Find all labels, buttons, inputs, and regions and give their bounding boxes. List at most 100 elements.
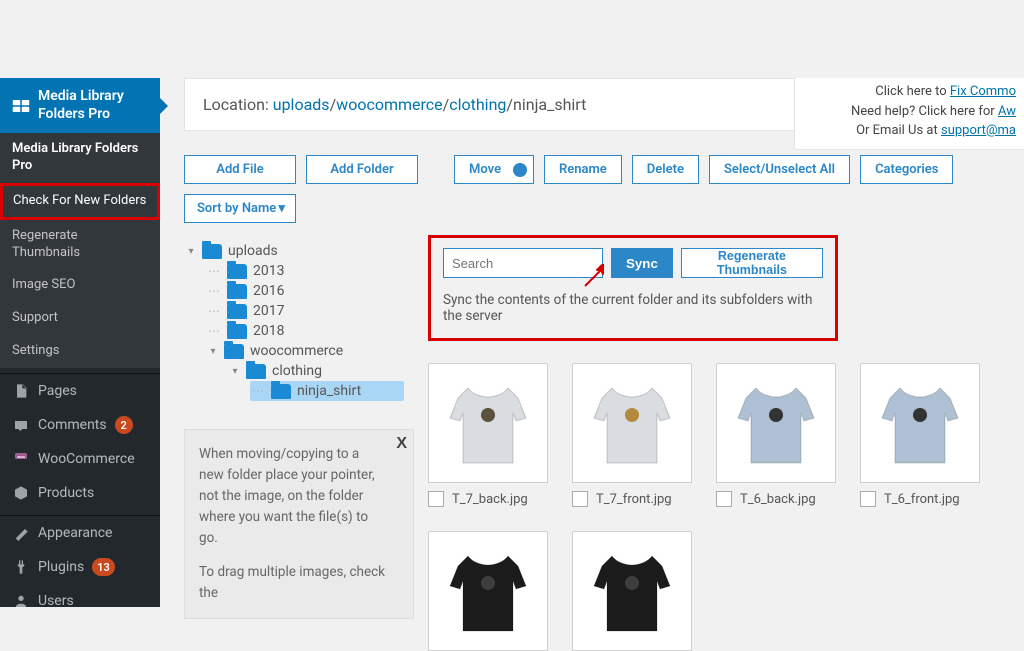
file-thumb[interactable]: T_7_front.jpg (572, 363, 692, 507)
help-box: Click here to Fix Commo Need help? Click… (794, 78, 1024, 150)
tree-node-2017[interactable]: ⋯2017 (206, 301, 404, 321)
tree-node-2016[interactable]: ⋯2016 (206, 281, 404, 301)
plugins-icon (12, 558, 30, 576)
file-thumbnail-image[interactable] (860, 363, 980, 483)
tree-node-2013[interactable]: ⋯2013 (206, 261, 404, 281)
collapse-icon[interactable]: ▾ (186, 246, 196, 257)
svg-text:woo: woo (17, 454, 25, 459)
main-content: Click here to Fix Commo Need help? Click… (160, 78, 1024, 607)
file-thumb[interactable]: T_6_front.jpg (860, 363, 980, 507)
delete-button[interactable]: Delete (632, 155, 699, 184)
tree-node-woocommerce[interactable]: ▾woocommerce (206, 341, 404, 361)
toggle-dot-icon (513, 163, 527, 177)
file-thumb[interactable]: T_7_back.jpg (428, 363, 548, 507)
file-name: T_6_back.jpg (740, 492, 816, 507)
comments-badge: 2 (115, 416, 133, 434)
file-thumb[interactable] (428, 531, 548, 651)
info-paragraph: To drag multiple images, check the (199, 562, 387, 604)
toolbar: Add File Add Folder Move Rename Delete S… (184, 155, 1000, 223)
file-thumbnail-image[interactable] (428, 363, 548, 483)
sidebar-item-label: Plugins (38, 559, 84, 575)
help-link-fix[interactable]: Fix Commo (950, 84, 1016, 99)
sync-button[interactable]: Sync (611, 248, 673, 278)
add-folder-button[interactable]: Add Folder (306, 155, 418, 184)
file-thumb[interactable] (572, 531, 692, 651)
file-checkbox[interactable] (716, 491, 732, 507)
woocommerce-icon: woo (12, 450, 30, 468)
add-file-button[interactable]: Add File (184, 155, 296, 184)
collapse-icon[interactable]: ▾ (208, 346, 218, 357)
file-thumbnail-image[interactable] (572, 531, 692, 651)
file-thumb[interactable]: T_6_back.jpg (716, 363, 836, 507)
regenerate-thumbnails-button[interactable]: Regenerate Thumbnails (681, 248, 823, 278)
sidebar-sub-support[interactable]: Support (0, 302, 160, 335)
sync-description: Sync the contents of the current folder … (443, 292, 823, 324)
sort-dropdown[interactable]: Sort by Name ▾ (184, 194, 296, 223)
file-thumbnail-image[interactable] (572, 363, 692, 483)
folder-icon (227, 324, 247, 339)
sidebar-item-products[interactable]: Products (0, 476, 160, 510)
sidebar-item-label: Appearance (38, 525, 112, 541)
admin-sidebar: Media Library Folders Pro Media Library … (0, 78, 160, 607)
folder-icon (227, 284, 247, 299)
help-link-aw[interactable]: Aw (998, 104, 1016, 119)
folder-tree-column: ▾ uploads ⋯2013 ⋯2016 ⋯2017 ⋯2018 ▾wooco… (184, 229, 404, 651)
sidebar-sub-check-new-folders[interactable]: Check For New Folders (0, 183, 160, 220)
file-thumbnail-image[interactable] (428, 531, 548, 651)
file-name: T_7_front.jpg (596, 492, 672, 507)
sidebar-item-woocommerce[interactable]: woo WooCommerce (0, 442, 160, 476)
rename-button[interactable]: Rename (544, 155, 622, 184)
plugins-badge: 13 (92, 558, 115, 576)
folder-icon (202, 244, 222, 259)
sidebar-item-label: WooCommerce (38, 451, 135, 467)
tree-node-2018[interactable]: ⋯2018 (206, 321, 404, 341)
categories-button[interactable]: Categories (860, 155, 953, 184)
breadcrumb-woocommerce[interactable]: woocommerce (336, 95, 442, 114)
move-toggle-button[interactable]: Move (454, 155, 534, 184)
sidebar-sub-settings[interactable]: Settings (0, 335, 160, 368)
sidebar-item-plugins[interactable]: Plugins 13 (0, 550, 160, 584)
users-icon (12, 592, 30, 610)
folder-icon (227, 304, 247, 319)
annotation-arrow-icon (583, 264, 607, 288)
products-icon (12, 484, 30, 502)
file-checkbox[interactable] (572, 491, 588, 507)
tree-node-ninja-shirt[interactable]: ⋯ninja_shirt (250, 381, 404, 401)
sidebar-sub-mlf-pro[interactable]: Media Library Folders Pro (0, 133, 160, 183)
file-checkbox[interactable] (860, 491, 876, 507)
close-icon[interactable]: X (396, 432, 407, 457)
folder-tree: ▾ uploads ⋯2013 ⋯2016 ⋯2017 ⋯2018 ▾wooco… (184, 241, 404, 401)
folder-icon (246, 364, 266, 379)
media-library-folders-icon (12, 97, 30, 115)
sidebar-item-appearance[interactable]: Appearance (0, 516, 160, 550)
sidebar-item-pages[interactable]: Pages (0, 374, 160, 408)
file-checkbox[interactable] (428, 491, 444, 507)
sidebar-item-users[interactable]: Users (0, 584, 160, 618)
folder-icon (227, 264, 247, 279)
sidebar-sub-image-seo[interactable]: Image SEO (0, 269, 160, 302)
breadcrumb-clothing[interactable]: clothing (449, 95, 506, 114)
file-thumbnail-image[interactable] (716, 363, 836, 483)
file-grid-row2 (428, 531, 1000, 651)
pages-icon (12, 382, 30, 400)
sidebar-plugin-header[interactable]: Media Library Folders Pro (0, 78, 160, 133)
sidebar-item-label: Comments (38, 417, 107, 433)
file-name: T_7_back.jpg (452, 492, 528, 507)
sidebar-sub-regen-thumbs[interactable]: Regenerate Thumbnails (0, 220, 160, 270)
chevron-down-icon: ▾ (278, 201, 285, 216)
file-grid: T_7_back.jpg T_7_front.jpg T_6_back.jpg … (428, 363, 1000, 507)
sidebar-item-label: Users (38, 593, 74, 609)
breadcrumb-uploads[interactable]: uploads (273, 95, 330, 114)
sidebar-plugin-label: Media Library Folders Pro (38, 88, 148, 123)
info-paragraph: When moving/copying to a new folder plac… (199, 444, 387, 549)
collapse-icon[interactable]: ▾ (230, 366, 240, 377)
search-input[interactable] (443, 248, 603, 278)
help-link-support[interactable]: support@ma (941, 123, 1016, 138)
help-info-box: X When moving/copying to a new folder pl… (184, 429, 414, 619)
breadcrumb-current: ninja_shirt (513, 95, 586, 114)
select-all-button[interactable]: Select/Unselect All (709, 155, 850, 184)
tree-node-uploads[interactable]: ▾ uploads (184, 241, 404, 261)
file-name: T_6_front.jpg (884, 492, 960, 507)
tree-node-clothing[interactable]: ▾clothing (228, 361, 404, 381)
sidebar-item-comments[interactable]: Comments 2 (0, 408, 160, 442)
